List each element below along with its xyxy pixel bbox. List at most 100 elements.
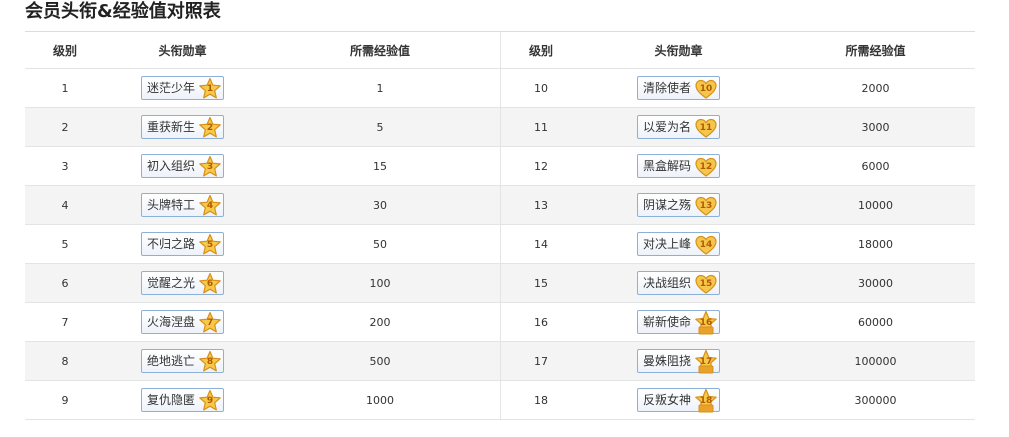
badge-level-number: 14 — [699, 240, 713, 250]
crown-star-icon: 16 — [694, 311, 718, 335]
exp-cell: 3000 — [861, 120, 890, 134]
table-header-row: 级别 头衔勋章 所需经验值 级别 头衔勋章 所需经验值 — [25, 32, 975, 69]
badge-cell: 以爱为名 11 — [581, 108, 776, 146]
badge-level-number: 8 — [206, 357, 214, 367]
exp-cell: 5 — [260, 108, 501, 146]
exp-cell: 100 — [260, 264, 501, 302]
badge-cell: 复仇隐匿 9 — [105, 381, 260, 419]
title-badge: 反叛女神 18 — [636, 388, 720, 413]
badge-title: 复仇隐匿 — [146, 393, 195, 407]
title-badge: 火海涅盘 7 — [140, 310, 224, 335]
title-badge: 清除使者 10 — [636, 76, 720, 100]
star-icon: 5 — [198, 233, 222, 257]
exp-cell: 6000 — [861, 159, 890, 173]
exp-cell: 300000 — [854, 393, 897, 407]
badge-level-number: 5 — [206, 240, 214, 250]
badge-level-number: 17 — [699, 357, 713, 367]
header-exp-left: 所需经验值 — [260, 32, 501, 68]
exp-cell: 50 — [260, 225, 501, 263]
title-badge: 迷茫少年 1 — [140, 76, 224, 101]
title-badge: 绝地逃亡 8 — [140, 349, 224, 374]
level-cell: 13 — [534, 198, 548, 212]
table-row: 5 不归之路 5 50 14 对决上峰 14 18000 — [25, 225, 975, 264]
badge-title: 曼姝阻挠 — [642, 354, 691, 368]
heart-icon: 11 — [694, 116, 718, 140]
badge-cell: 觉醒之光 6 — [105, 264, 260, 302]
star-icon: 4 — [198, 194, 222, 218]
exp-cell: 2000 — [861, 81, 890, 95]
badge-level-number: 13 — [699, 201, 713, 211]
level-cell: 7 — [61, 315, 69, 329]
table-row: 7 火海涅盘 7 200 16 崭新使命 16 60000 — [25, 303, 975, 342]
badge-title: 初入组织 — [146, 159, 195, 173]
header-badge-right: 头衔勋章 — [654, 43, 703, 58]
exp-cell: 15 — [260, 147, 501, 185]
heart-icon: 14 — [694, 233, 718, 257]
level-cell: 3 — [61, 159, 69, 173]
badge-cell: 绝地逃亡 8 — [105, 342, 260, 380]
title-badge: 复仇隐匿 9 — [140, 388, 224, 413]
badge-level-number: 16 — [699, 318, 713, 328]
title-badge: 崭新使命 16 — [636, 310, 720, 335]
star-icon: 8 — [198, 350, 222, 374]
badge-cell: 崭新使命 16 — [581, 303, 776, 341]
star-icon: 9 — [198, 389, 222, 413]
badge-cell: 对决上峰 14 — [581, 225, 776, 263]
title-badge: 黑盒解码 12 — [636, 154, 720, 178]
badge-cell: 重获新生 2 — [105, 108, 260, 146]
badge-level-number: 6 — [206, 279, 214, 289]
badge-title: 以爱为名 — [642, 120, 691, 134]
exp-cell: 30000 — [858, 276, 893, 290]
table-row: 4 头牌特工 4 30 13 阴谋之殇 13 10000 — [25, 186, 975, 225]
title-badge: 曼姝阻挠 17 — [636, 349, 720, 374]
table-row: 3 初入组织 3 15 12 黑盒解码 12 6000 — [25, 147, 975, 186]
badge-cell: 迷茫少年 1 — [105, 69, 260, 107]
exp-cell: 30 — [260, 186, 501, 224]
level-cell: 1 — [61, 81, 69, 95]
badge-title: 对决上峰 — [642, 237, 691, 251]
title-badge: 初入组织 3 — [140, 154, 224, 178]
star-icon: 1 — [198, 77, 222, 101]
level-cell: 12 — [534, 159, 548, 173]
exp-cell: 100000 — [854, 354, 897, 368]
table-row: 8 绝地逃亡 8 500 17 曼姝阻挠 17 100000 — [25, 342, 975, 381]
badge-level-number: 1 — [206, 84, 214, 94]
badge-cell: 曼姝阻挠 17 — [581, 342, 776, 380]
level-cell: 16 — [534, 315, 548, 329]
title-badge: 阴谋之殇 13 — [636, 193, 720, 217]
title-badge: 觉醒之光 6 — [140, 271, 224, 295]
header-badge-left: 头衔勋章 — [158, 43, 207, 58]
heart-icon: 15 — [694, 272, 718, 296]
level-cell: 15 — [534, 276, 548, 290]
badge-level-number: 11 — [699, 123, 713, 133]
star-icon: 7 — [198, 311, 222, 335]
exp-cell: 10000 — [858, 198, 893, 212]
star-icon: 2 — [198, 116, 222, 140]
header-level-left: 级别 — [52, 43, 77, 58]
badge-level-number: 10 — [699, 84, 713, 94]
badge-title: 决战组织 — [642, 276, 691, 290]
badge-level-number: 9 — [206, 396, 214, 406]
badge-cell: 初入组织 3 — [105, 147, 260, 185]
level-cell: 10 — [534, 81, 548, 95]
title-badge: 不归之路 5 — [140, 232, 224, 257]
badge-title: 不归之路 — [146, 237, 195, 251]
level-cell: 17 — [534, 354, 548, 368]
badge-title: 阴谋之殇 — [642, 198, 691, 212]
title-badge: 头牌特工 4 — [140, 193, 224, 218]
title-badge: 以爱为名 11 — [636, 115, 720, 140]
level-cell: 9 — [61, 393, 69, 407]
title-badge: 重获新生 2 — [140, 115, 224, 140]
table-row: 2 重获新生 2 5 11 以爱为名 11 3000 — [25, 108, 975, 147]
header-level-right: 级别 — [528, 43, 553, 58]
level-cell: 8 — [61, 354, 69, 368]
badge-title: 黑盒解码 — [642, 159, 691, 173]
badge-cell: 不归之路 5 — [105, 225, 260, 263]
badge-level-number: 4 — [206, 201, 214, 211]
crown-star-icon: 17 — [694, 350, 718, 374]
badge-title: 迷茫少年 — [146, 81, 195, 95]
table-row: 6 觉醒之光 6 100 15 决战组织 15 30000 — [25, 264, 975, 303]
level-cell: 2 — [61, 120, 69, 134]
badge-title: 觉醒之光 — [146, 276, 195, 290]
badge-level-number: 18 — [699, 396, 713, 406]
